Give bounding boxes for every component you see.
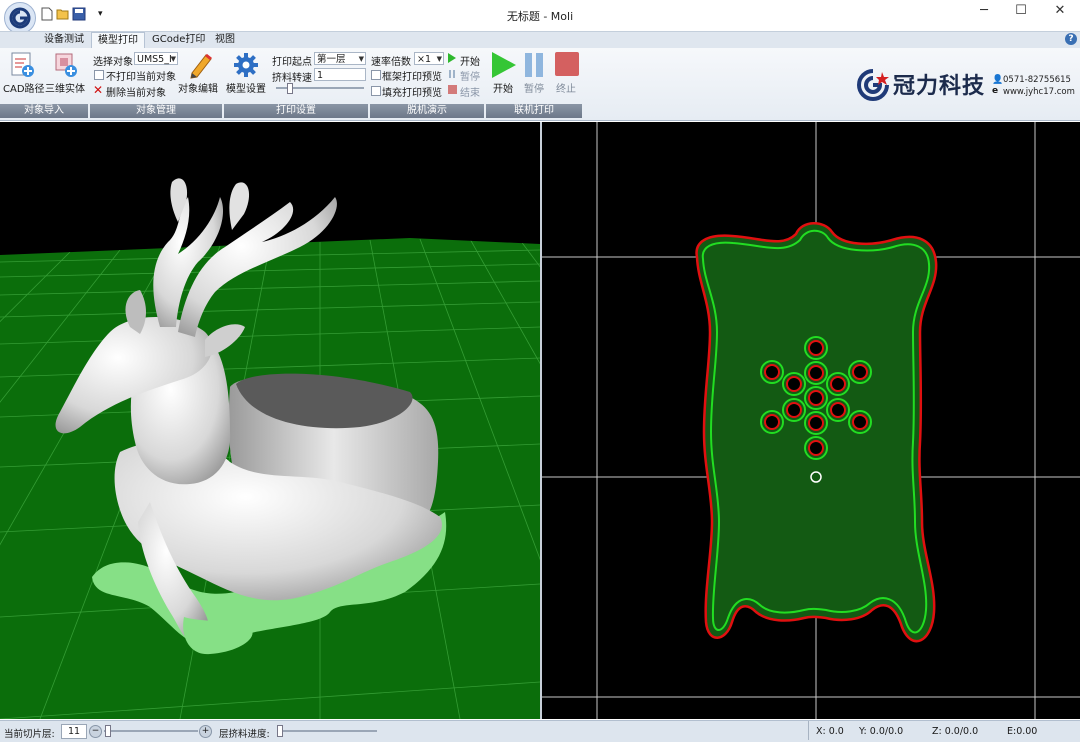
brand-phone: 0571-82755615 — [1003, 75, 1071, 85]
combo-arrow-icon: ▼ — [170, 55, 176, 63]
extrude-progress-label: 层挤料进度: — [219, 729, 270, 740]
current-layer-label: 当前切片层: — [4, 729, 55, 740]
brand-logo-icon — [856, 68, 890, 105]
maximize-button[interactable]: ☐ — [999, 0, 1043, 24]
combo-arrow-icon: ▼ — [436, 55, 442, 63]
stop-icon — [448, 85, 457, 94]
extrude-speed-label: 挤料转速 — [272, 73, 312, 84]
speed-multiplier-value: ×1 — [417, 54, 432, 65]
layer-increase-icon[interactable]: + — [199, 725, 212, 738]
tab-gcode-print[interactable]: GCode打印 — [146, 32, 211, 48]
brand-website: www.jyhc17.com — [1003, 87, 1075, 97]
z-coordinate: Z: 0.0/0.0 — [932, 726, 979, 737]
online-play-icon — [492, 52, 516, 78]
play-icon — [448, 53, 456, 63]
delete-object-button[interactable]: 删除当前对象 — [106, 84, 166, 99]
print-start-combo[interactable]: 第一层 ▼ — [314, 52, 366, 65]
extrude-speed-input[interactable]: 1 — [314, 68, 366, 81]
extrude-speed-slider-thumb[interactable] — [287, 83, 293, 94]
cad-path-icon — [10, 52, 36, 81]
select-object-combo[interactable]: UMS5_I ▼ — [134, 52, 178, 65]
browser-e-icon: e — [992, 86, 999, 96]
x-coordinate: X: 0.0 — [816, 726, 844, 737]
print-start-label: 打印起点 — [272, 57, 312, 68]
delete-x-icon: ✕ — [93, 83, 104, 97]
frame-preview-label: 框架打印预览 — [382, 72, 442, 83]
solid-import-button[interactable]: 三维实体 — [45, 80, 85, 95]
slice-2d-viewport[interactable] — [542, 122, 1080, 719]
person-icon: 👤 — [992, 75, 1004, 85]
group-label-object: 对象管理 — [90, 104, 222, 118]
layer-decrease-icon[interactable]: − — [89, 725, 102, 738]
offline-start-button[interactable]: 开始 — [460, 53, 480, 68]
gear-icon — [233, 52, 259, 81]
speed-multiplier-label: 速率倍数 — [371, 57, 411, 68]
tab-device-test[interactable]: 设备测试 — [38, 32, 90, 48]
select-object-label: 选择对象 — [93, 57, 133, 68]
help-icon[interactable]: ? — [1065, 33, 1077, 45]
model-3d-viewport[interactable] — [0, 122, 540, 719]
layer-slider[interactable] — [104, 730, 198, 732]
solid-import-icon — [53, 52, 79, 81]
y-coordinate: Y: 0.0/0.0 — [859, 726, 904, 737]
slice-2d-render — [542, 122, 1080, 719]
layer-slider-thumb[interactable] — [105, 725, 111, 737]
close-button[interactable]: ✕ — [1038, 0, 1080, 24]
frame-preview-checkbox[interactable] — [371, 70, 381, 80]
extrude-progress-slider[interactable] — [277, 730, 377, 732]
select-object-value: UMS5_I — [137, 54, 172, 65]
offline-pause-button[interactable]: 暂停 — [460, 68, 480, 83]
current-layer-input[interactable]: 11 — [61, 724, 87, 739]
no-print-label: 不打印当前对象 — [106, 72, 176, 83]
model-3d-render — [0, 178, 540, 719]
group-label-settings: 打印设置 — [224, 104, 368, 118]
model-settings-button[interactable]: 模型设置 — [226, 80, 266, 95]
pencil-edit-icon — [186, 51, 214, 82]
online-pause-icon — [525, 53, 532, 77]
group-label-import: 对象导入 — [0, 104, 88, 118]
group-label-offline: 脱机演示 — [370, 104, 484, 118]
combo-arrow-icon: ▼ — [358, 55, 364, 63]
online-pause-button[interactable]: 暂停 — [524, 80, 544, 95]
online-start-button[interactable]: 开始 — [493, 80, 513, 95]
window-title: 无标题 - Moli — [506, 10, 574, 23]
extrude-progress-thumb[interactable] — [277, 725, 283, 737]
no-print-checkbox[interactable] — [94, 70, 104, 80]
offline-end-button[interactable]: 结束 — [460, 84, 480, 99]
e-value: E:0.00 — [1007, 726, 1038, 737]
group-label-online: 联机打印 — [486, 104, 582, 118]
pause-icon — [449, 70, 451, 78]
speed-multiplier-combo[interactable]: ×1 ▼ — [414, 52, 444, 65]
cad-path-button[interactable]: CAD路径 — [3, 80, 45, 95]
object-edit-button[interactable]: 对象编辑 — [178, 80, 218, 95]
brand-name: 冠力科技 — [893, 74, 986, 99]
online-stop-button[interactable]: 终止 — [556, 80, 576, 95]
status-separator — [808, 721, 809, 740]
online-stop-icon — [555, 52, 579, 76]
fill-preview-checkbox[interactable] — [371, 86, 381, 96]
fill-preview-label: 填充打印预览 — [382, 88, 442, 99]
tab-view[interactable]: 视图 — [209, 32, 241, 48]
print-start-value: 第一层 — [317, 54, 346, 65]
tab-model-print[interactable]: 模型打印 — [91, 32, 145, 49]
